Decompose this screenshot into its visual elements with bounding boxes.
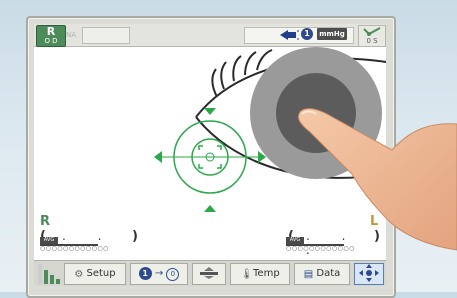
pointing-finger	[297, 108, 457, 251]
